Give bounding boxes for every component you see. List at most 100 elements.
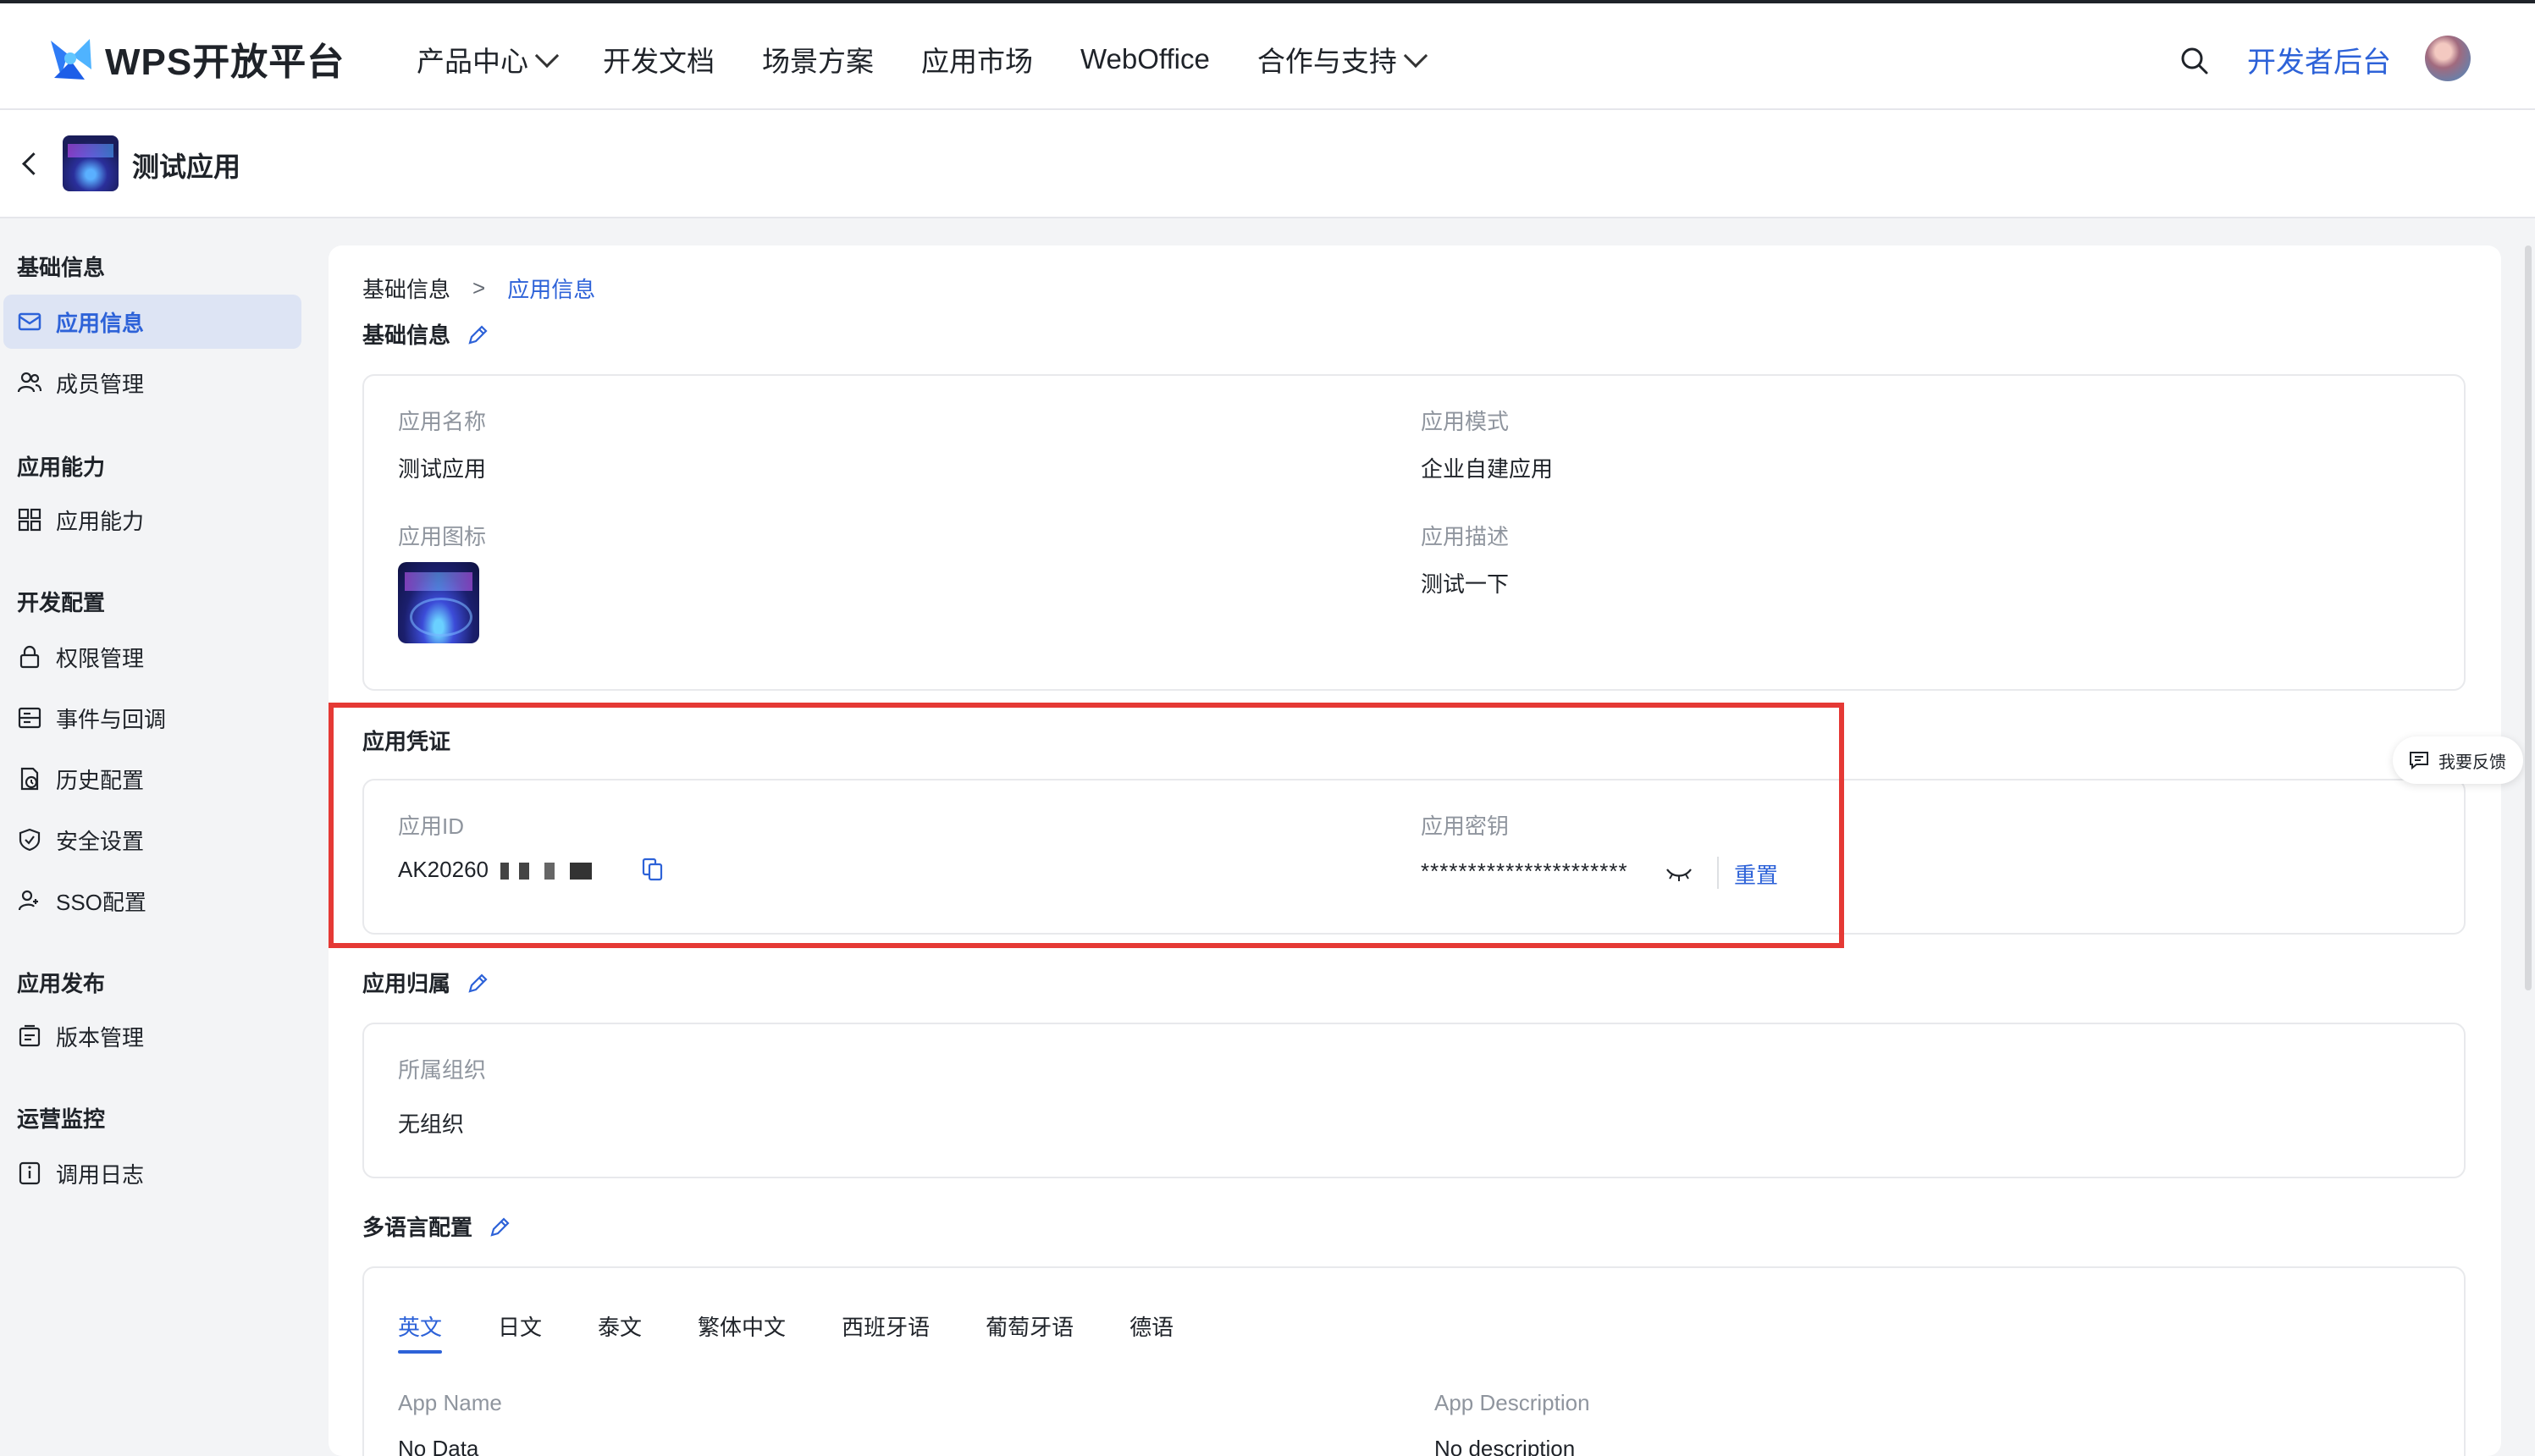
nav-docs[interactable]: 开发文档 [603, 39, 715, 80]
sidebar-item-label: 权限管理 [56, 645, 145, 671]
sidebar-item-capability[interactable]: 应用能力 [3, 493, 301, 547]
org-label: 所属组织 [398, 1057, 487, 1083]
breadcrumb-separator: > [472, 275, 486, 301]
basic-info-title: 基础信息 [362, 318, 491, 350]
chevron-down-icon [534, 43, 560, 69]
app-mode-value: 企业自建应用 [1421, 456, 1554, 482]
i18n-app-name-value: No Data [398, 1436, 479, 1456]
nav-market-label: 应用市场 [921, 46, 1033, 77]
i18n-card: 英文 日文 泰文 繁体中文 西班牙语 葡萄牙语 德语 App Name No D… [362, 1266, 2466, 1456]
sidebar-item-sso[interactable]: SSO配置 [3, 874, 301, 928]
grid-icon [18, 508, 41, 532]
edit-icon[interactable] [466, 970, 491, 995]
breadcrumb-parent[interactable]: 基础信息 [362, 273, 450, 304]
tab-thai[interactable]: 泰文 [598, 1310, 642, 1354]
sidebar-group-monitor: 运营监控 [17, 1106, 106, 1132]
history-icon [20, 767, 39, 791]
developer-console-link[interactable]: 开发者后台 [2247, 39, 2391, 80]
app-desc-label: 应用描述 [1421, 524, 1510, 549]
sidebar-item-history[interactable]: 历史配置 [3, 752, 301, 806]
sidebar-group-dev-config: 开发配置 [17, 590, 106, 615]
event-icon [18, 707, 41, 729]
highlight-box [329, 703, 1844, 948]
edit-icon[interactable] [466, 322, 491, 347]
nav-products-label: 产品中心 [417, 46, 528, 77]
nav-weboffice-label: WebOffice [1080, 43, 1210, 74]
tab-german[interactable]: 德语 [1129, 1310, 1174, 1354]
user-key-icon [18, 890, 38, 911]
log-icon [19, 1161, 41, 1185]
app-name-label: 应用名称 [398, 409, 487, 434]
org-value: 无组织 [398, 1111, 465, 1137]
sidebar-item-label: 版本管理 [56, 1024, 145, 1051]
sidebar-item-label: 事件与回调 [56, 706, 167, 732]
sidebar-item-events[interactable]: 事件与回调 [3, 691, 301, 745]
shield-icon [19, 828, 41, 852]
sidebar-item-label: SSO配置 [56, 889, 146, 915]
sidebar-group-publish: 应用发布 [17, 971, 106, 996]
sidebar-item-app-info[interactable]: 应用信息 [3, 295, 301, 349]
edit-icon[interactable] [488, 1214, 513, 1239]
app-thumbnail [63, 135, 119, 191]
app-icon-image [398, 562, 479, 643]
brand-logo[interactable]: WPS开放平台 [44, 29, 345, 88]
language-tabs: 英文 日文 泰文 繁体中文 西班牙语 葡萄牙语 德语 [398, 1310, 1229, 1354]
i18n-app-desc-value: No description [1434, 1436, 1576, 1456]
basic-info-title-text: 基础信息 [362, 323, 451, 348]
version-icon [19, 1024, 41, 1047]
avatar[interactable] [2425, 36, 2471, 81]
app-header: 测试应用 [0, 110, 2535, 218]
sidebar-item-label: 成员管理 [56, 371, 145, 397]
sidebar-group-capability: 应用能力 [17, 455, 106, 480]
sidebar-item-label: 历史配置 [56, 767, 145, 793]
ownership-title: 应用归属 [362, 967, 491, 998]
app-title: 测试应用 [132, 152, 241, 182]
breadcrumb-current: 应用信息 [507, 277, 596, 302]
sidebar-item-label: 调用日志 [56, 1161, 145, 1188]
breadcrumb: 基础信息 > 应用信息 [362, 273, 595, 304]
i18n-app-name-label: App Name [398, 1390, 502, 1415]
nav-docs-label: 开发文档 [603, 46, 715, 77]
i18n-app-desc-label: App Description [1434, 1390, 1590, 1415]
top-navbar: WPS开放平台 产品中心 开发文档 场景方案 应用市场 WebOffice 合作… [0, 0, 2535, 110]
mail-icon [18, 312, 41, 331]
app-icon-label: 应用图标 [398, 524, 487, 549]
nav-weboffice[interactable]: WebOffice [1080, 43, 1210, 75]
sidebar-item-logs[interactable]: 调用日志 [3, 1146, 301, 1200]
sidebar: 基础信息 应用信息 成员管理 应用能力 应用能力 开发配置 权限管理 事件与回调… [0, 220, 313, 1456]
basic-info-card: 应用名称 测试应用 应用模式 企业自建应用 应用图标 应用描述 测试一下 [362, 374, 2466, 691]
chevron-down-icon [1403, 43, 1428, 69]
sidebar-group-basic: 基础信息 [17, 255, 106, 280]
wps-logo-icon [51, 39, 91, 80]
sidebar-item-members[interactable]: 成员管理 [3, 356, 301, 410]
back-button[interactable] [19, 151, 42, 176]
ownership-title-text: 应用归属 [362, 971, 451, 996]
search-icon[interactable] [2179, 46, 2210, 76]
sidebar-item-label: 应用能力 [56, 508, 145, 534]
nav-solutions-label: 场景方案 [762, 46, 874, 77]
tab-portuguese[interactable]: 葡萄牙语 [986, 1310, 1074, 1354]
tab-traditional-chinese[interactable]: 繁体中文 [698, 1310, 786, 1354]
nav-solutions[interactable]: 场景方案 [762, 39, 874, 80]
users-icon [17, 372, 42, 393]
i18n-title: 多语言配置 [362, 1211, 513, 1242]
tab-english[interactable]: 英文 [398, 1310, 443, 1354]
ownership-card: 所属组织 无组织 [362, 1023, 2466, 1178]
nav-support[interactable]: 合作与支持 [1256, 39, 1428, 80]
nav-support-label: 合作与支持 [1256, 46, 1397, 77]
tab-japanese[interactable]: 日文 [498, 1310, 542, 1354]
nav-market[interactable]: 应用市场 [921, 39, 1033, 80]
lock-icon [19, 645, 40, 669]
feedback-label: 我要反馈 [2438, 753, 2506, 772]
app-name-value: 测试应用 [398, 456, 487, 482]
page-scrollbar[interactable] [2525, 245, 2532, 990]
sidebar-item-versions[interactable]: 版本管理 [3, 1009, 301, 1063]
tab-spanish[interactable]: 西班牙语 [842, 1310, 930, 1354]
sidebar-item-label: 应用信息 [56, 310, 145, 336]
brand-name: WPS开放平台 [105, 41, 345, 83]
feedback-button[interactable]: 我要反馈 [2393, 736, 2523, 784]
nav-products[interactable]: 产品中心 [417, 39, 560, 80]
sidebar-item-permissions[interactable]: 权限管理 [3, 630, 301, 684]
feedback-icon [2410, 752, 2428, 770]
sidebar-item-security[interactable]: 安全设置 [3, 813, 301, 867]
